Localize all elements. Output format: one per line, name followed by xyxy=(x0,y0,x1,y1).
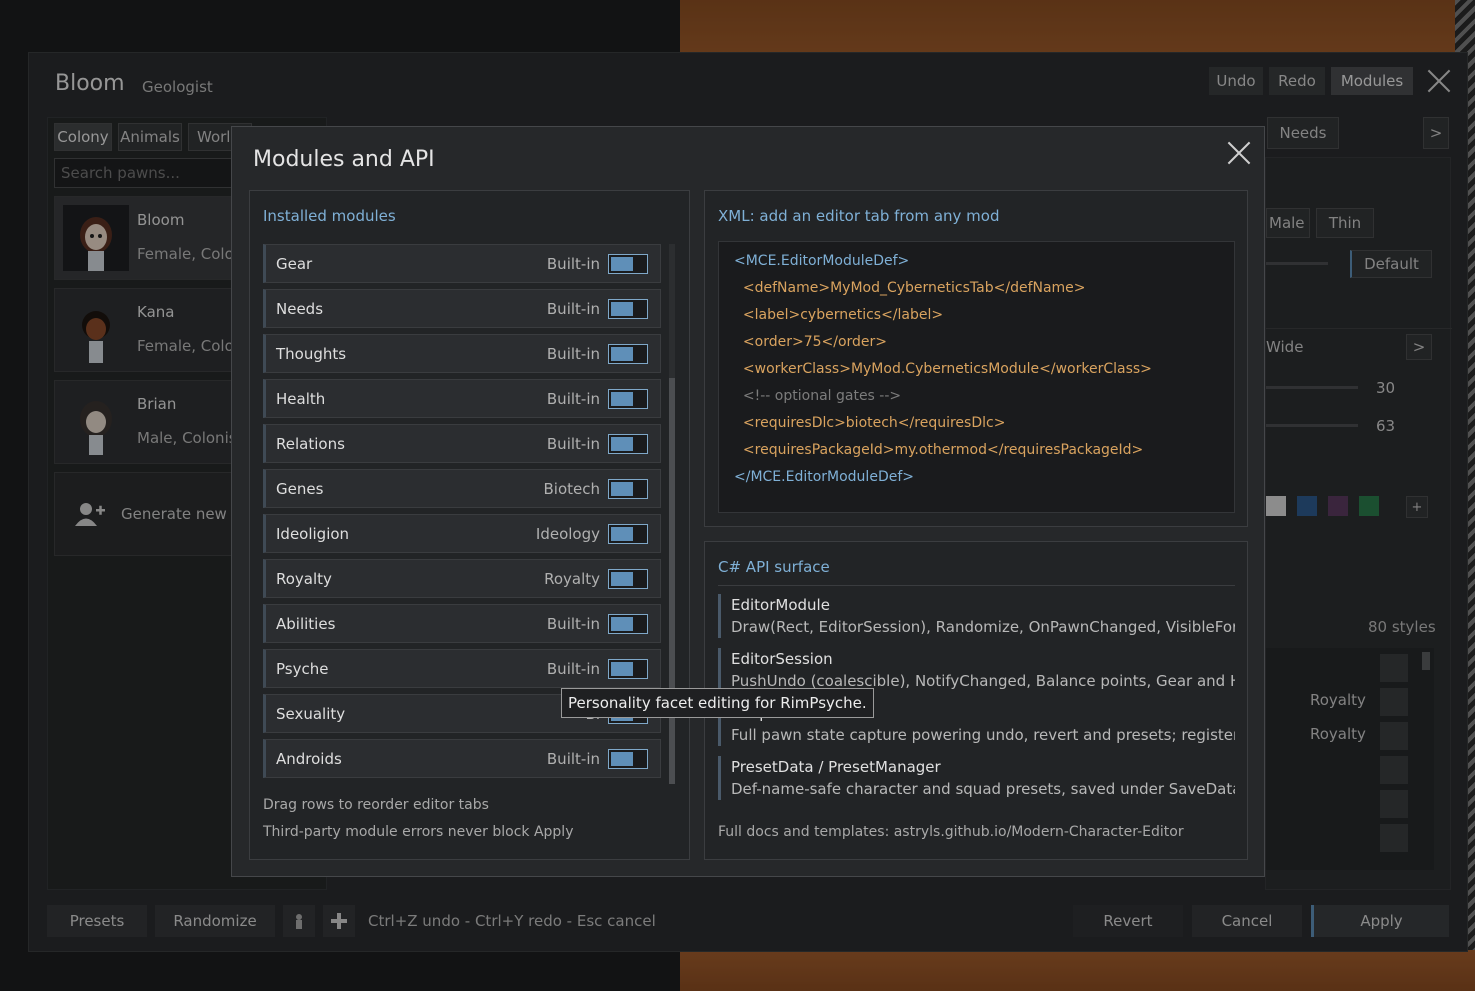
module-source: Built-in xyxy=(546,750,600,768)
installed-modules-title: Installed modules xyxy=(263,207,396,225)
module-toggle[interactable] xyxy=(608,524,648,544)
module-toggle[interactable] xyxy=(608,479,648,499)
module-source: Built-in xyxy=(546,300,600,318)
module-source: Built-in xyxy=(546,345,600,363)
module-row[interactable]: Thoughts Built-in xyxy=(263,334,661,373)
xml-line: <workerClass>MyMod.CyberneticsModule</wo… xyxy=(734,361,1152,377)
api-description: Def-name-safe character and squad preset… xyxy=(731,780,1235,798)
xml-line: <requiresPackageId>my.othermod</requires… xyxy=(734,442,1144,458)
module-row[interactable]: Abilities Built-in xyxy=(263,604,661,643)
module-row[interactable]: Health Built-in xyxy=(263,379,661,418)
module-toggle[interactable] xyxy=(608,659,648,679)
xml-line: <requiresDlc>biotech</requiresDlc> xyxy=(734,415,1006,431)
module-source: Ideology xyxy=(535,525,600,543)
close-dialog-icon[interactable] xyxy=(1227,141,1251,165)
module-source: Built-in xyxy=(546,255,600,273)
module-toggle[interactable] xyxy=(608,614,648,634)
module-row[interactable]: Androids Built-in xyxy=(263,739,661,778)
module-source: Built-in xyxy=(546,660,600,678)
module-row[interactable]: Relations Built-in xyxy=(263,424,661,463)
module-toggle[interactable] xyxy=(608,434,648,454)
module-source: Royalty xyxy=(544,570,600,588)
api-entry: PresetData / PresetManager Def-name-safe … xyxy=(718,756,1235,800)
xml-line: <!-- optional gates --> xyxy=(734,388,902,404)
docs-link[interactable]: Full docs and templates: astryls.github.… xyxy=(718,824,1184,840)
api-entry: EditorModule Draw(Rect, EditorSession), R… xyxy=(718,594,1235,638)
module-toggle[interactable] xyxy=(608,344,648,364)
api-entry: EditorSession PushUndo (coalescible), Not… xyxy=(718,648,1235,692)
api-description: Draw(Rect, EditorSession), Randomize, On… xyxy=(731,618,1235,636)
module-name: Sexuality xyxy=(276,705,346,723)
xml-panel: XML: add an editor tab from any mod <MCE… xyxy=(704,190,1248,527)
module-name: Psyche xyxy=(276,660,329,678)
module-toggle[interactable] xyxy=(608,389,648,409)
module-toggle[interactable] xyxy=(608,254,648,274)
module-name: Thoughts xyxy=(276,345,347,363)
module-name: Ideoligion xyxy=(276,525,350,543)
module-row[interactable]: Ideoligion Ideology xyxy=(263,514,661,553)
dialog-title: Modules and API xyxy=(253,147,435,172)
xml-title: XML: add an editor tab from any mod xyxy=(718,207,1000,225)
xml-code-lines: <MCE.EditorModuleDef> <defName>MyMod_Cyb… xyxy=(734,254,1152,497)
modules-api-dialog: Modules and API Installed modules Gear Bu… xyxy=(231,126,1265,877)
module-row[interactable]: Gear Built-in xyxy=(263,244,661,283)
module-toggle[interactable] xyxy=(608,299,648,319)
xml-line: <MCE.EditorModuleDef> xyxy=(734,253,910,269)
module-row[interactable]: Psyche Built-in xyxy=(263,649,661,688)
module-toggle[interactable] xyxy=(608,569,648,589)
xml-line: <defName>MyMod_CyberneticsTab</defName> xyxy=(734,280,1086,296)
module-name: Gear xyxy=(276,255,313,273)
xml-line: </MCE.EditorModuleDef> xyxy=(734,469,914,485)
xml-line: <order>75</order> xyxy=(734,334,888,350)
api-name: EditorModule xyxy=(731,596,830,614)
api-title: C# API surface xyxy=(718,558,830,576)
module-toggle[interactable] xyxy=(608,749,648,769)
module-row[interactable]: Needs Built-in xyxy=(263,289,661,328)
module-name: Androids xyxy=(276,750,342,768)
module-list-scrollbar-thumb[interactable] xyxy=(669,378,675,784)
module-source: Biotech xyxy=(543,480,601,498)
reorder-note: Drag rows to reorder editor tabs xyxy=(263,797,489,813)
xml-code-block: <MCE.EditorModuleDef> <defName>MyMod_Cyb… xyxy=(718,241,1235,513)
api-name: EditorSession xyxy=(731,650,833,668)
module-source: Built-in xyxy=(546,435,600,453)
module-tooltip: Personality facet editing for RimPsyche. xyxy=(561,688,874,718)
module-source: Built-in xyxy=(546,615,600,633)
module-name: Royalty xyxy=(276,570,332,588)
module-row[interactable]: Genes Biotech xyxy=(263,469,661,508)
divider xyxy=(718,585,1235,586)
module-row[interactable]: Royalty Royalty xyxy=(263,559,661,598)
xml-line: <label>cybernetics</label> xyxy=(734,307,944,323)
api-description: Full pawn state capture powering undo, r… xyxy=(731,726,1235,744)
module-name: Relations xyxy=(276,435,345,453)
errors-note: Third-party module errors never block Ap… xyxy=(263,824,574,840)
module-source: Built-in xyxy=(546,390,600,408)
module-name: Abilities xyxy=(276,615,336,633)
module-name: Genes xyxy=(276,480,324,498)
module-name: Health xyxy=(276,390,326,408)
module-name: Needs xyxy=(276,300,324,318)
api-name: PresetData / PresetManager xyxy=(731,758,941,776)
installed-modules-panel: Installed modules Gear Built-in Needs Built… xyxy=(249,190,690,860)
